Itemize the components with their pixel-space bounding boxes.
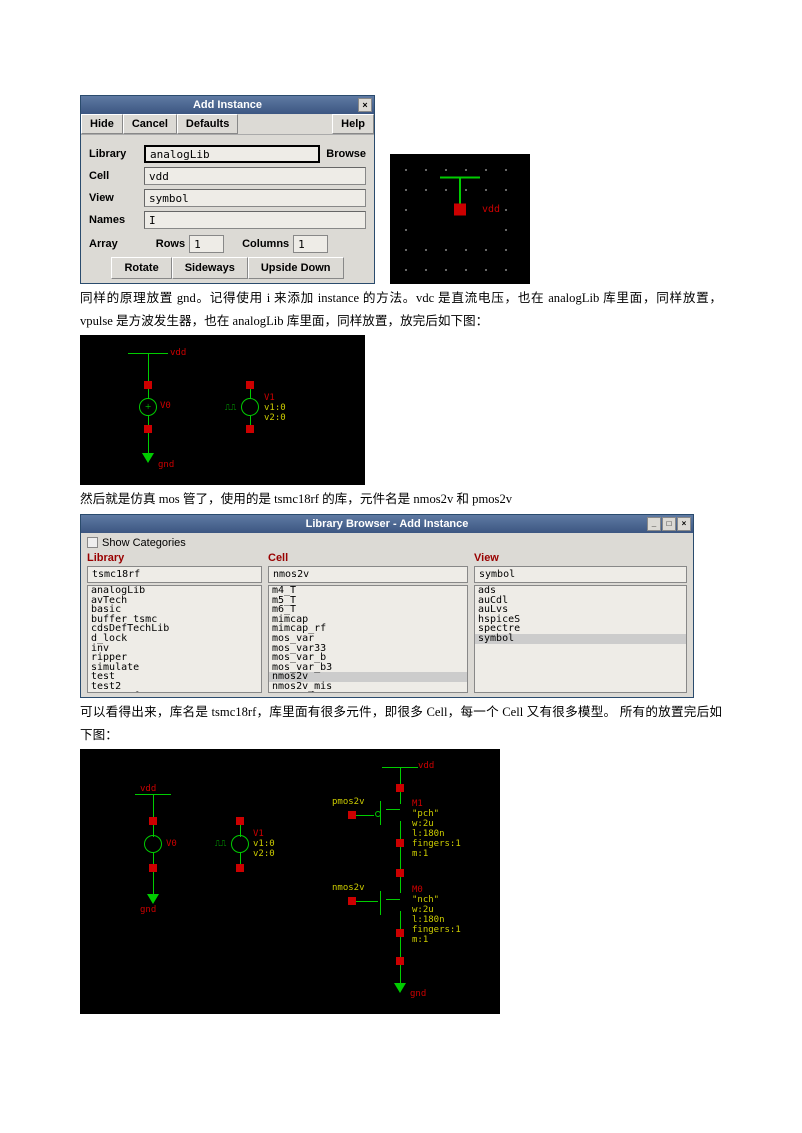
s2-pf: fingers:1 — [412, 839, 461, 849]
show-categories-label: Show Categories — [102, 537, 186, 549]
cell-list[interactable]: m4_Tm5_Tm6_Tmimcapmimcap_rfmos_varmos_va… — [268, 585, 468, 693]
list-item[interactable]: tsmc18rf — [88, 692, 261, 693]
list-item[interactable]: m5_T — [269, 596, 467, 606]
view-label: View — [89, 192, 144, 204]
schem1-v1: V1 — [264, 393, 275, 403]
list-item[interactable]: m4_T — [269, 586, 467, 596]
list-item[interactable]: nmos2vdnw — [269, 692, 467, 693]
cell-filter-input[interactable] — [268, 566, 468, 583]
view-list[interactable]: adsauCdlauLvshspiceSspectresymbol — [474, 585, 687, 693]
s2-nm: m:1 — [412, 935, 428, 945]
s2-v1b: v2:0 — [253, 849, 275, 859]
s2-pm: m:1 — [412, 849, 428, 859]
list-item[interactable]: d_lock — [88, 634, 261, 644]
browse-button[interactable]: Browse — [326, 148, 366, 160]
s2-nmos: nmos2v — [332, 883, 365, 893]
defaults-button[interactable]: Defaults — [177, 114, 238, 134]
lb-title-text: Library Browser - Add Instance — [306, 518, 469, 530]
s2-gnd-right: gnd — [410, 989, 426, 999]
s2-pl: l:180n — [412, 829, 445, 839]
cell-label: Cell — [89, 170, 144, 182]
library-label: Library — [89, 148, 144, 160]
hide-button[interactable]: Hide — [81, 114, 123, 134]
rows-label: Rows — [156, 238, 185, 250]
schem1-vdd: vdd — [170, 348, 186, 358]
minimize-button[interactable]: _ — [647, 517, 661, 531]
paragraph-3: 可以看得出来，库名是 tsmc18rf，库里面有很多元件，即很多 Cell，每一… — [80, 701, 722, 746]
vdd-symbol-icon — [440, 177, 480, 216]
upside-down-button[interactable]: Upside Down — [248, 257, 344, 279]
s2-v1a: v1:0 — [253, 839, 275, 849]
vdd-preview: vdd — [390, 154, 530, 284]
columns-input[interactable] — [293, 235, 328, 253]
library-browser-dialog: Library Browser - Add Instance _ □ × Sho… — [80, 514, 694, 698]
close-button[interactable]: × — [358, 98, 372, 112]
view-filter-input[interactable] — [474, 566, 687, 583]
vdd-label: vdd — [482, 204, 500, 215]
cell-input[interactable] — [144, 167, 366, 185]
s2-vdd-left: vdd — [140, 784, 156, 794]
cell-header: Cell — [268, 552, 468, 564]
s2-pch: "pch" — [412, 809, 439, 819]
cancel-button[interactable]: Cancel — [123, 114, 177, 134]
dialog-title: Add Instance × — [81, 96, 374, 114]
s2-m1: M1 — [412, 799, 423, 809]
s2-vdd-right: vdd — [418, 761, 434, 771]
dialog-title-text: Add Instance — [193, 99, 262, 111]
library-filter-input[interactable] — [87, 566, 262, 583]
schematic-1: + - vdd V0 gnd ⎍⎍ V1 v1:0 v2:0 — [80, 335, 365, 485]
show-categories-checkbox[interactable] — [87, 537, 98, 548]
view-header: View — [474, 552, 687, 564]
paragraph-1: 同样的原理放置 gnd。记得使用 i 来添加 instance 的方法。vdc … — [80, 287, 722, 332]
s2-nf: fingers:1 — [412, 925, 461, 935]
s2-v1: V1 — [253, 829, 264, 839]
s2-gnd-left: gnd — [140, 905, 156, 915]
view-input[interactable] — [144, 189, 366, 207]
paragraph-2: 然后就是仿真 mos 管了，使用的是 tsmc18rf 的库，元件名是 nmos… — [80, 488, 722, 511]
library-header: Library — [87, 552, 262, 564]
library-input[interactable] — [144, 145, 320, 163]
maximize-button[interactable]: □ — [662, 517, 676, 531]
sideways-button[interactable]: Sideways — [172, 257, 248, 279]
library-list[interactable]: analogLibavTechbasicbuffer_tsmccdsDefTec… — [87, 585, 262, 693]
names-input[interactable] — [144, 211, 366, 229]
s2-v0: V0 — [166, 839, 177, 849]
names-label: Names — [89, 214, 144, 226]
s2-nch: "nch" — [412, 895, 439, 905]
rows-input[interactable] — [189, 235, 224, 253]
schem1-v0: V0 — [160, 401, 171, 411]
s2-m0: M0 — [412, 885, 423, 895]
schem1-v1b: v2:0 — [264, 413, 286, 423]
close-button[interactable]: × — [677, 517, 691, 531]
list-item[interactable]: symbol — [475, 634, 686, 644]
s2-nw: w:2u — [412, 905, 434, 915]
s2-nl: l:180n — [412, 915, 445, 925]
lb-title: Library Browser - Add Instance _ □ × — [81, 515, 693, 533]
schem1-v1a: v1:0 — [264, 403, 286, 413]
s2-pmos: pmos2v — [332, 797, 365, 807]
s2-pw: w:2u — [412, 819, 434, 829]
columns-label: Columns — [242, 238, 289, 250]
array-label: Array — [89, 238, 118, 250]
rotate-button[interactable]: Rotate — [111, 257, 171, 279]
schematic-2: vdd V0 gnd ⎍⎍ V1 v1:0 v2:0 vdd — [80, 749, 500, 1014]
add-instance-dialog: Add Instance × Hide Cancel Defaults Help… — [80, 95, 375, 284]
help-button[interactable]: Help — [332, 114, 374, 134]
schem1-gnd: gnd — [158, 460, 174, 470]
